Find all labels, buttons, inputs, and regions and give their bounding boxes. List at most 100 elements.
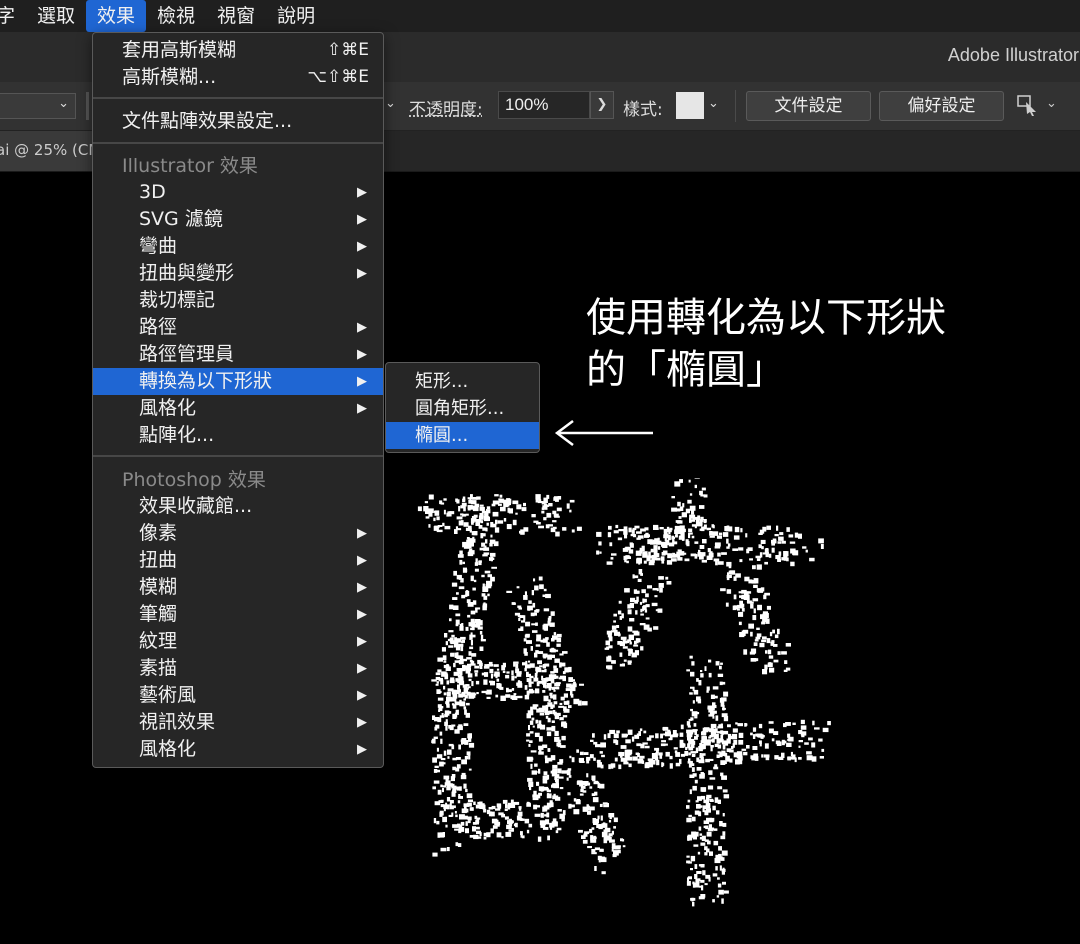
chevron-down-icon[interactable]: ⌄ xyxy=(385,96,396,111)
menu-item-label: 風格化 xyxy=(139,738,197,760)
submenu-arrow-icon: ▶ xyxy=(357,634,367,649)
divider xyxy=(735,90,736,122)
menu-separator xyxy=(93,455,383,457)
menu-help[interactable]: 說明 xyxy=(266,0,326,32)
chevron-down-icon[interactable]: ⌄ xyxy=(1046,96,1057,111)
menu-item-label: 套用高斯模糊 xyxy=(122,39,237,61)
menu-item-apply-last-effect[interactable]: 套用高斯模糊 ⇧⌘E xyxy=(93,37,383,64)
menu-item-label: 橢圓... xyxy=(415,425,469,446)
submenu-arrow-icon: ▶ xyxy=(357,526,367,541)
canvas-artwork xyxy=(417,478,831,907)
menu-item-label: 紋理 xyxy=(139,630,178,652)
document-setup-button[interactable]: 文件設定 xyxy=(746,91,871,121)
submenu-item-ellipse[interactable]: 橢圓... xyxy=(386,422,539,449)
submenu-arrow-icon: ▶ xyxy=(357,742,367,757)
annotation-line: 使用轉化為以下形狀 xyxy=(586,295,946,341)
menu-item-label: 像素 xyxy=(139,522,178,544)
chevron-down-icon[interactable]: ⌄ xyxy=(708,96,719,111)
chevron-down-icon: ⌄ xyxy=(58,96,69,111)
submenu-arrow-icon: ▶ xyxy=(357,580,367,595)
menu-item-label: 效果收藏館... xyxy=(139,495,253,517)
menu-item-label: 矩形... xyxy=(415,371,469,392)
annotation-line: 的「橢圓」 xyxy=(586,347,786,393)
menu-item-photoshop-7[interactable]: 藝術風 ▶ xyxy=(93,682,383,709)
menu-item-illustrator-1[interactable]: SVG 濾鏡 ▶ xyxy=(93,206,383,233)
menu-item-photoshop-2[interactable]: 扭曲 ▶ xyxy=(93,547,383,574)
submenu-arrow-icon: ▶ xyxy=(357,266,367,281)
submenu-arrow-icon: ▶ xyxy=(357,607,367,622)
menu-item-label: 點陣化... xyxy=(139,424,215,446)
menu-item-illustrator-9[interactable]: 點陣化... xyxy=(93,422,383,449)
menu-bar: 字 選取 效果 檢視 視窗 說明 xyxy=(0,0,1080,32)
menu-item-label: 裁切標記 xyxy=(139,289,216,311)
menu-item-illustrator-5[interactable]: 路徑 ▶ xyxy=(93,314,383,341)
menu-item-photoshop-6[interactable]: 素描 ▶ xyxy=(93,655,383,682)
section-header-label: Photoshop 效果 xyxy=(122,469,266,491)
menu-item-label: 文件點陣效果設定... xyxy=(122,110,293,132)
menu-item-label: 路徑管理員 xyxy=(139,343,235,365)
opacity-input[interactable]: 100% xyxy=(498,91,590,119)
menu-item-label: 藝術風 xyxy=(139,684,197,706)
menu-item-label: 轉換為以下形狀 xyxy=(139,370,273,392)
submenu-item-rounded-rectangle[interactable]: 圓角矩形... xyxy=(386,395,539,422)
preferences-button[interactable]: 偏好設定 xyxy=(879,91,1004,121)
menu-item-last-effect[interactable]: 高斯模糊... ⌥⇧⌘E xyxy=(93,64,383,91)
menu-item-label: SVG 濾鏡 xyxy=(139,208,223,230)
menu-item-label: 扭曲與變形 xyxy=(139,262,235,284)
menu-section-header: Illustrator 效果 xyxy=(93,153,383,180)
menu-item-label: 扭曲 xyxy=(139,549,178,571)
menu-item-illustrator-6[interactable]: 路徑管理員 ▶ xyxy=(93,341,383,368)
menu-item-label: 圓角矩形... xyxy=(415,398,505,419)
particle-glyph xyxy=(417,478,831,907)
menu-item-raster-settings[interactable]: 文件點陣效果設定... xyxy=(93,108,383,135)
submenu-arrow-icon: ▶ xyxy=(357,185,367,200)
section-header-label: Illustrator 效果 xyxy=(122,155,258,177)
menu-item-illustrator-2[interactable]: 彎曲 ▶ xyxy=(93,233,383,260)
convert-to-shape-submenu: 矩形... 圓角矩形... 橢圓... xyxy=(385,362,540,453)
menu-effect[interactable]: 效果 xyxy=(86,0,147,32)
submenu-arrow-icon: ▶ xyxy=(357,374,367,389)
menu-item-label: 路徑 xyxy=(139,316,178,338)
submenu-arrow-icon: ▶ xyxy=(357,347,367,362)
menu-separator xyxy=(93,142,383,144)
menu-item-photoshop-3[interactable]: 模糊 ▶ xyxy=(93,574,383,601)
menu-item-photoshop-8[interactable]: 視訊效果 ▶ xyxy=(93,709,383,736)
submenu-item-rectangle[interactable]: 矩形... xyxy=(386,368,539,395)
menu-separator xyxy=(93,97,383,99)
menu-item-illustrator-3[interactable]: 扭曲與變形 ▶ xyxy=(93,260,383,287)
menu-text[interactable]: 字 xyxy=(0,0,26,32)
panel-grip xyxy=(86,92,89,120)
menu-window[interactable]: 視窗 xyxy=(206,0,266,32)
submenu-arrow-icon: ▶ xyxy=(357,661,367,676)
menu-item-photoshop-5[interactable]: 紋理 ▶ xyxy=(93,628,383,655)
shortcut-label: ⇧⌘E xyxy=(327,40,369,60)
submenu-arrow-icon: ▶ xyxy=(357,688,367,703)
menu-item-illustrator-8[interactable]: 風格化 ▶ xyxy=(93,395,383,422)
style-swatch[interactable] xyxy=(676,92,704,119)
menu-item-illustrator-0[interactable]: 3D ▶ xyxy=(93,179,383,206)
menu-view[interactable]: 檢視 xyxy=(146,0,206,32)
menu-item-label: 筆觸 xyxy=(139,603,178,625)
submenu-arrow-icon: ▶ xyxy=(357,239,367,254)
submenu-arrow-icon: ▶ xyxy=(357,320,367,335)
menu-item-label: 3D xyxy=(139,181,166,203)
menu-item-label: 素描 xyxy=(139,657,178,679)
menu-item-photoshop-0[interactable]: 效果收藏館... xyxy=(93,493,383,520)
submenu-arrow-icon: ▶ xyxy=(357,553,367,568)
menu-item-photoshop-9[interactable]: 風格化 ▶ xyxy=(93,736,383,763)
menu-item-illustrator-7[interactable]: 轉換為以下形狀 ▶ xyxy=(93,368,383,395)
menu-item-photoshop-4[interactable]: 筆觸 ▶ xyxy=(93,601,383,628)
app-title: Adobe Illustrator 2 xyxy=(947,45,1080,65)
menu-item-label: 高斯模糊... xyxy=(122,66,217,88)
left-arrow-icon xyxy=(554,420,653,446)
menu-item-label: 模糊 xyxy=(139,576,178,598)
submenu-arrow-icon: ▶ xyxy=(357,715,367,730)
stroke-dropdown[interactable]: ⌄ xyxy=(0,93,76,119)
menu-item-illustrator-4[interactable]: 裁切標記 xyxy=(93,287,383,314)
menu-select[interactable]: 選取 xyxy=(26,0,86,32)
opacity-label[interactable]: 不透明度: xyxy=(409,95,483,120)
menu-item-photoshop-1[interactable]: 像素 ▶ xyxy=(93,520,383,547)
menu-item-label: 彎曲 xyxy=(139,235,178,257)
arrange-documents-icon[interactable] xyxy=(1016,94,1040,121)
opacity-arrow-button[interactable]: ❯ xyxy=(590,91,614,119)
